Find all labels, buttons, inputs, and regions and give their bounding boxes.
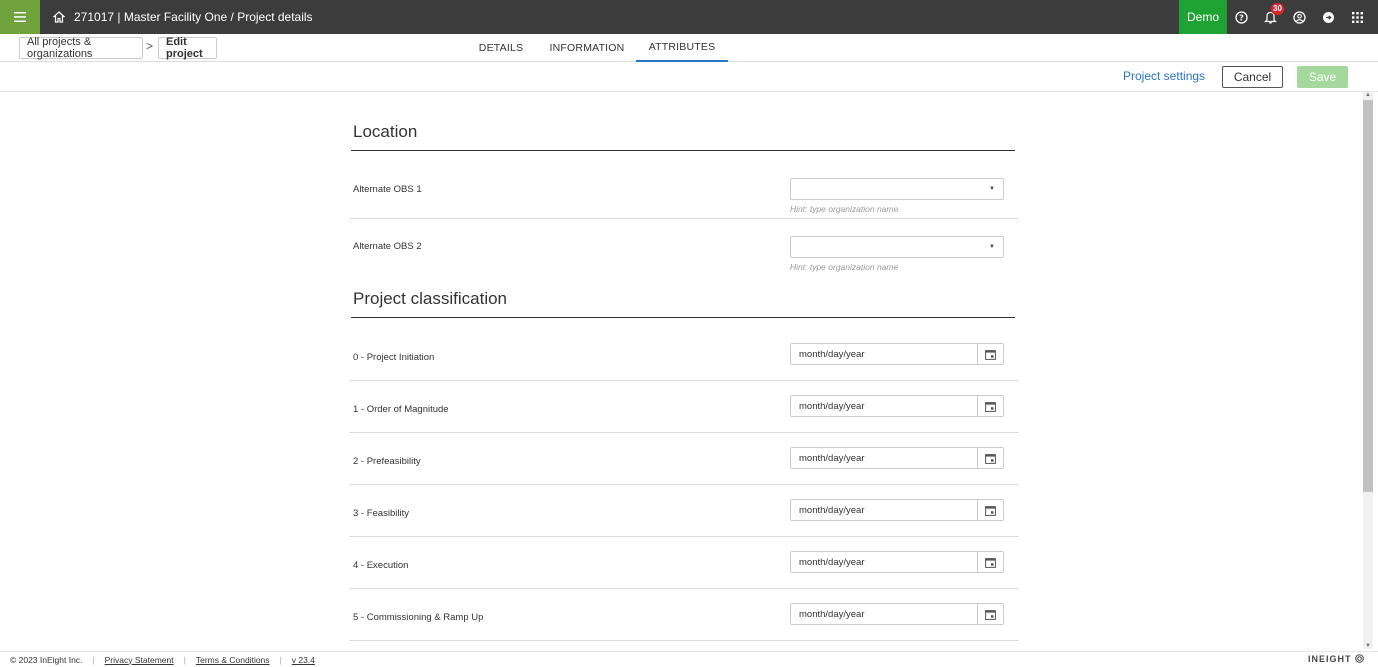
calendar-icon[interactable]: [977, 604, 1003, 624]
project-initiation-date-field[interactable]: month/day/year: [790, 343, 1004, 365]
row-divider: [349, 588, 1019, 589]
privacy-statement-link[interactable]: Privacy Statement: [95, 655, 184, 665]
breadcrumb-separator: >: [146, 39, 154, 53]
feasibility-date-field[interactable]: month/day/year: [790, 499, 1004, 521]
tab-strip: DETAILS INFORMATION ATTRIBUTES: [464, 34, 728, 62]
alternate-obs-1-select[interactable]: ▼: [790, 178, 1004, 200]
date-placeholder: month/day/year: [799, 453, 865, 464]
prefeasibility-date-field[interactable]: month/day/year: [790, 447, 1004, 469]
calendar-icon[interactable]: [977, 396, 1003, 416]
attributes-form: Location Alternate OBS 1 ▼ Hint: type or…: [0, 92, 1363, 649]
alternate-obs-2-select[interactable]: ▼: [790, 236, 1004, 258]
alternate-obs-2-label: Alternate OBS 2: [353, 241, 422, 252]
row-divider: [349, 380, 1019, 381]
execution-date-field[interactable]: month/day/year: [790, 551, 1004, 573]
chevron-down-icon: ▼: [989, 186, 995, 192]
copyright-text: © 2023 InEight Inc.: [10, 654, 83, 665]
version-link[interactable]: v 23.4: [282, 655, 325, 665]
scrollbar-thumb[interactable]: [1363, 100, 1373, 492]
user-profile-icon[interactable]: [1285, 0, 1314, 34]
app-launcher-grid-icon[interactable]: [1343, 0, 1372, 34]
feasibility-label: 3 - Feasibility: [353, 508, 409, 519]
demo-badge[interactable]: Demo: [1178, 0, 1227, 34]
prefeasibility-label: 2 - Prefeasibility: [353, 456, 421, 467]
terms-conditions-link[interactable]: Terms & Conditions: [186, 655, 280, 665]
order-of-magnitude-date-field[interactable]: month/day/year: [790, 395, 1004, 417]
cancel-button[interactable]: Cancel: [1222, 66, 1283, 88]
calendar-icon[interactable]: [977, 552, 1003, 572]
brand-mark-icon: [1355, 654, 1364, 663]
date-placeholder: month/day/year: [799, 349, 865, 360]
section-divider: [351, 150, 1015, 151]
hamburger-menu-icon[interactable]: [0, 0, 40, 34]
tab-attributes[interactable]: ATTRIBUTES: [636, 34, 728, 62]
alternate-obs-1-hint: Hint: type organization name: [790, 204, 899, 214]
row-divider: [349, 640, 1019, 641]
execution-label: 4 - Execution: [353, 560, 409, 571]
commissioning-ramp-up-date-field[interactable]: month/day/year: [790, 603, 1004, 625]
row-divider: [349, 484, 1019, 485]
footer: © 2023 InEight Inc. | Privacy Statement …: [0, 651, 1378, 667]
project-initiation-label: 0 - Project Initiation: [353, 352, 435, 363]
order-of-magnitude-label: 1 - Order of Magnitude: [353, 404, 449, 415]
date-placeholder: month/day/year: [799, 609, 865, 620]
row-divider: [349, 218, 1019, 219]
alternate-obs-2-hint: Hint: type organization name: [790, 262, 899, 272]
svg-text:?: ?: [1239, 13, 1244, 22]
calendar-icon[interactable]: [977, 344, 1003, 364]
date-placeholder: month/day/year: [799, 505, 865, 516]
home-icon[interactable]: [46, 0, 72, 34]
breadcrumb-edit-project[interactable]: Edit project: [158, 36, 217, 60]
action-bar: Project settings Cancel Save: [0, 62, 1378, 92]
alternate-obs-1-label: Alternate OBS 1: [353, 184, 422, 195]
date-placeholder: month/day/year: [799, 557, 865, 568]
navigation-bar: All projects & organizations > Edit proj…: [0, 34, 1378, 62]
location-section-title: Location: [353, 122, 418, 141]
scroll-up-arrow-icon[interactable]: ▲: [1365, 92, 1371, 98]
save-button[interactable]: Save: [1297, 66, 1348, 88]
ineight-logo: INEIGHT: [1308, 654, 1364, 664]
chevron-down-icon: ▼: [989, 244, 995, 250]
breadcrumb-all-projects[interactable]: All projects & organizations: [19, 36, 143, 60]
calendar-icon[interactable]: [977, 448, 1003, 468]
calendar-icon[interactable]: [977, 500, 1003, 520]
top-bar: 271017 | Master Facility One / Project d…: [0, 0, 1378, 34]
help-icon[interactable]: ?: [1227, 0, 1256, 34]
tab-information[interactable]: INFORMATION: [538, 34, 636, 62]
brand-name: INEIGHT: [1307, 654, 1352, 664]
row-divider: [349, 432, 1019, 433]
notifications-icon[interactable]: 30: [1256, 0, 1285, 34]
section-divider: [351, 317, 1015, 318]
classification-section-title: Project classification: [353, 289, 508, 308]
scroll-down-arrow-icon[interactable]: ▼: [1365, 643, 1371, 649]
date-placeholder: month/day/year: [799, 401, 865, 412]
vertical-scrollbar[interactable]: ▲ ▼: [1363, 92, 1373, 649]
app-title: 271017 | Master Facility One / Project d…: [74, 10, 313, 24]
sign-out-icon[interactable]: [1314, 0, 1343, 34]
commissioning-ramp-up-label: 5 - Commissioning & Ramp Up: [353, 612, 484, 623]
tab-details[interactable]: DETAILS: [464, 34, 538, 62]
row-divider: [349, 536, 1019, 537]
notification-count-badge: 30: [1271, 3, 1284, 15]
project-settings-link[interactable]: Project settings: [1123, 69, 1205, 83]
